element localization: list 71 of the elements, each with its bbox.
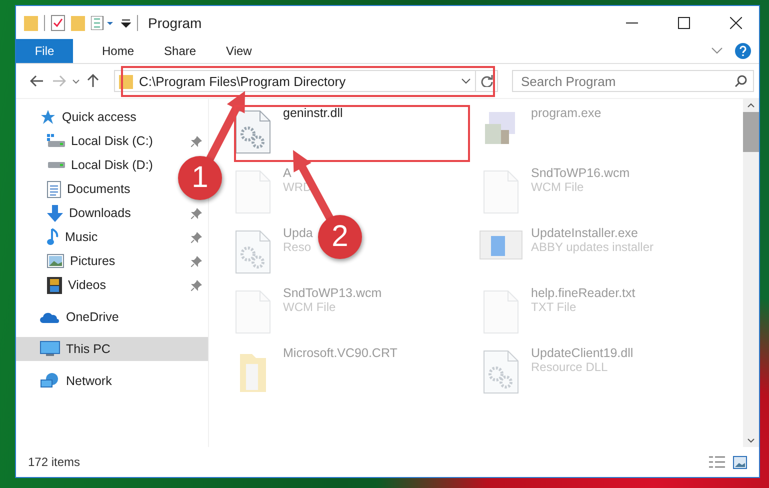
address-path: C:\Program Files\Program Directory <box>139 74 347 88</box>
file-icon <box>483 290 519 334</box>
star-icon <box>40 109 56 125</box>
navigation-item[interactable]: Network <box>16 369 116 393</box>
pin-icon[interactable] <box>191 280 202 290</box>
navigation-item[interactable]: Pictures <box>16 249 120 273</box>
scrollbar[interactable] <box>743 99 759 447</box>
navigation-item[interactable]: This PC <box>16 337 208 361</box>
back-arrow-icon[interactable] <box>30 75 44 87</box>
download-icon <box>47 204 63 222</box>
navigation-item[interactable]: Documents <box>16 177 134 201</box>
gear-file-icon <box>235 230 271 274</box>
scroll-thumb[interactable] <box>743 112 759 152</box>
monitor-icon <box>40 341 60 357</box>
file-type: WCM File <box>531 180 585 194</box>
file-icon <box>483 170 519 214</box>
minimize-icon[interactable] <box>626 22 638 24</box>
gear-file-icon <box>235 110 271 154</box>
chevron-down-icon[interactable] <box>747 438 755 443</box>
item-count: 172 items <box>28 455 80 469</box>
navigation-item[interactable]: Local Disk (D:) <box>16 153 157 177</box>
view-options-icon[interactable] <box>91 16 115 30</box>
navigation-item[interactable]: Downloads <box>16 201 135 225</box>
large-icons-view-icon[interactable] <box>733 456 747 468</box>
file-type: Resource DLL <box>531 360 609 374</box>
file-type: Reso <box>283 240 312 254</box>
document-icon <box>47 180 61 198</box>
film-icon <box>47 276 62 294</box>
ribbon-tab[interactable]: Home <box>87 39 150 63</box>
drive-icon <box>47 161 65 169</box>
file-icon <box>235 290 271 334</box>
ribbon-tab[interactable]: View <box>211 39 267 63</box>
chevron-down-icon[interactable] <box>461 78 471 84</box>
file-type: ABBY updates installer <box>531 240 654 254</box>
pin-icon[interactable] <box>191 256 202 266</box>
music-note-icon <box>47 228 59 246</box>
search-field[interactable]: Search Program <box>512 70 754 92</box>
navigation-item[interactable]: Music <box>16 225 102 249</box>
cloud-icon <box>40 311 60 323</box>
drive-icon <box>47 134 65 148</box>
window-icon <box>479 230 523 260</box>
pin-icon[interactable] <box>191 136 202 146</box>
close-icon[interactable] <box>730 16 742 28</box>
details-view-icon[interactable] <box>709 456 725 468</box>
refresh-icon[interactable] <box>480 75 492 87</box>
window-title: Program <box>148 14 202 30</box>
file-tab[interactable]: File <box>16 39 73 63</box>
dropdown-icon[interactable] <box>121 18 131 28</box>
network-icon <box>40 373 60 389</box>
maximize-icon[interactable] <box>678 16 690 28</box>
navigation-item[interactable]: Quick access <box>16 105 140 129</box>
picture-icon <box>47 254 64 268</box>
file-type: WCM File <box>283 300 337 314</box>
navigation-item[interactable]: OneDrive <box>16 305 123 329</box>
navigation-item[interactable]: Videos <box>16 273 110 297</box>
address-field[interactable]: C:\Program Files\Program Directory <box>114 70 476 92</box>
chevron-down-icon[interactable] <box>711 47 723 55</box>
chevron-down-icon[interactable] <box>72 78 80 84</box>
gear-file-icon <box>483 350 519 394</box>
ribbon-tab[interactable]: Share <box>149 39 212 63</box>
chevron-up-icon[interactable] <box>747 103 755 108</box>
file-icon <box>235 170 271 214</box>
navigation-item[interactable]: Local Disk (C:) <box>16 129 157 153</box>
help-icon[interactable] <box>735 43 751 59</box>
file-name[interactable]: geninstr.dll <box>283 106 343 120</box>
pin-icon[interactable] <box>191 208 202 218</box>
file-type: TXT File <box>531 300 578 314</box>
pin-icon[interactable] <box>191 232 202 242</box>
up-arrow-icon[interactable] <box>87 74 99 88</box>
properties-icon[interactable] <box>51 14 65 30</box>
search-icon[interactable] <box>735 75 747 87</box>
